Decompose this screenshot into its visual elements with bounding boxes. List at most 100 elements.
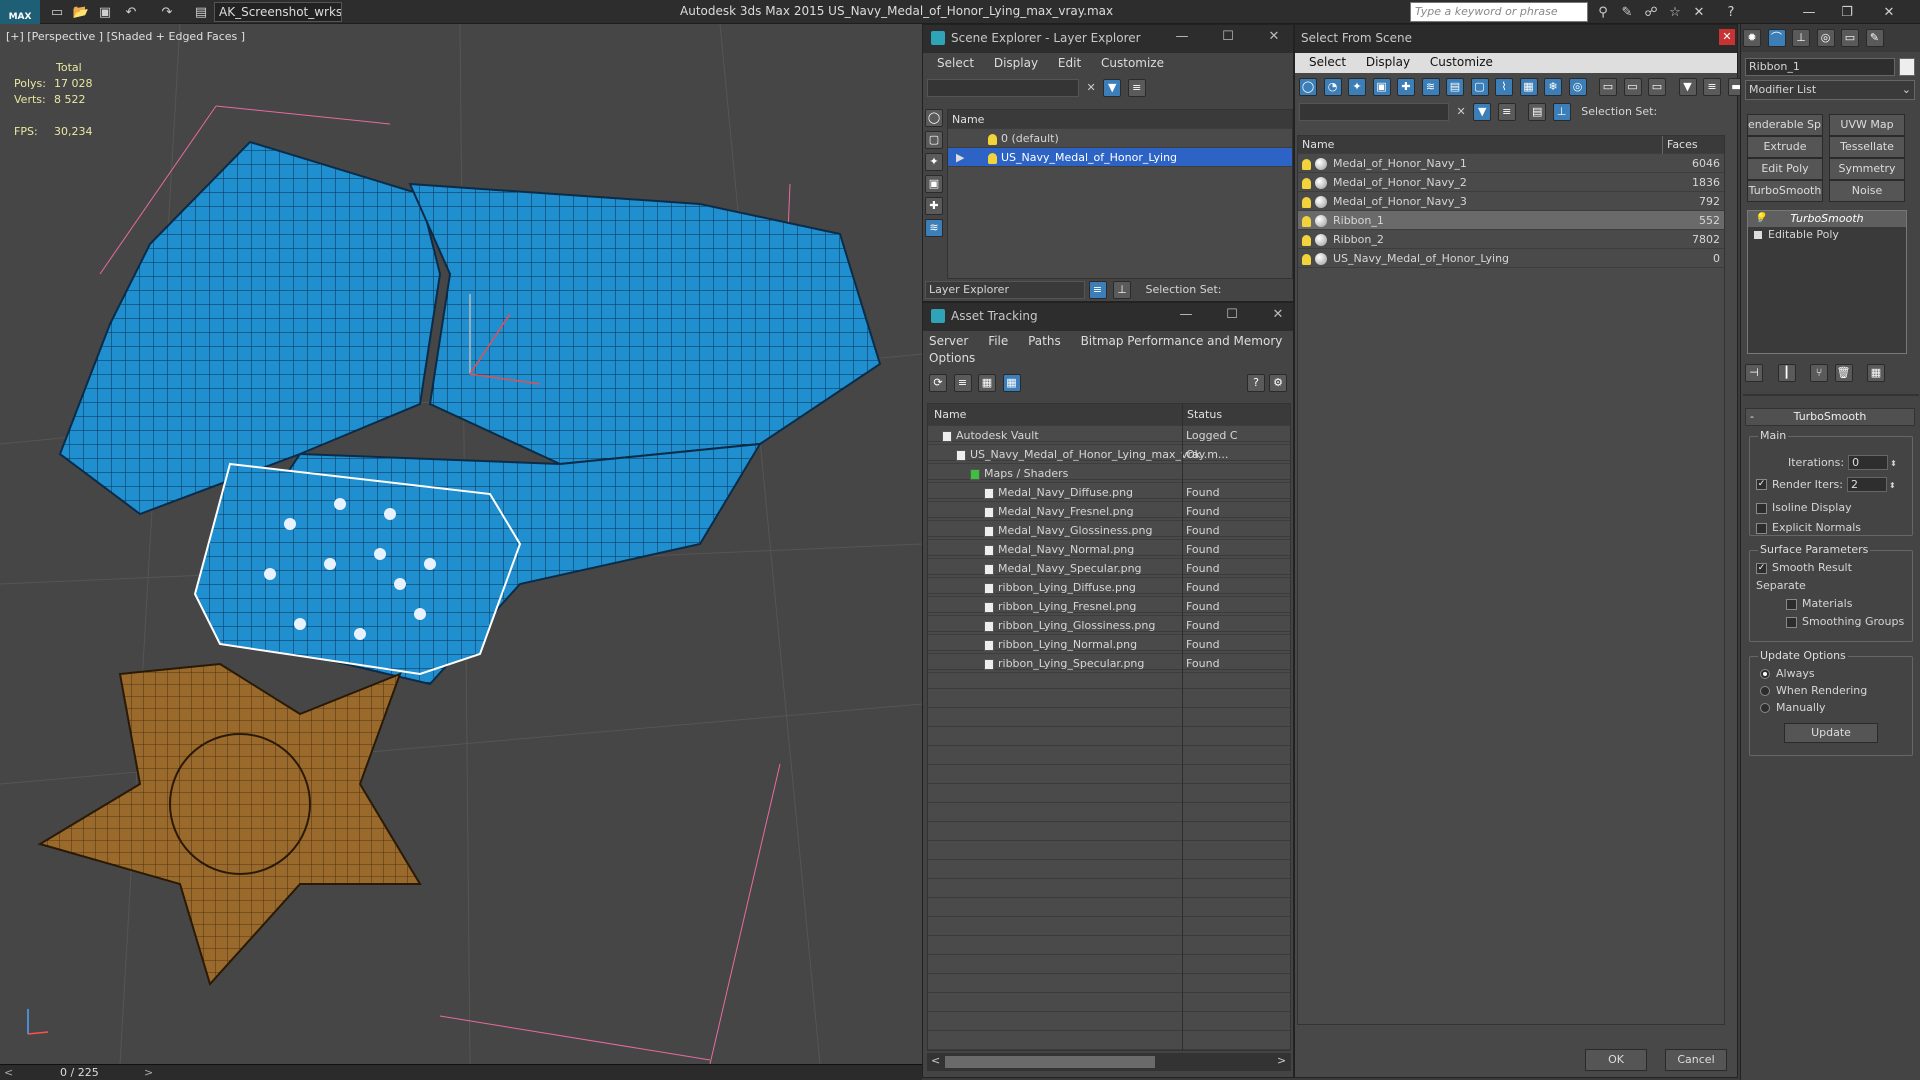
minimize-icon[interactable]: — bbox=[1800, 3, 1818, 21]
table-view-icon[interactable]: ▦ bbox=[1002, 374, 1021, 392]
menu-edit[interactable]: Edit bbox=[1058, 56, 1081, 70]
clear-icon[interactable]: ✕ bbox=[1087, 81, 1096, 94]
asset-row[interactable]: Maps / Shaders bbox=[928, 464, 1290, 483]
motion-tab-icon[interactable]: ◎ bbox=[1816, 29, 1835, 47]
time-slider[interactable]: < 0 / 225 > bbox=[0, 1064, 922, 1080]
smooth-result-row[interactable]: ✓ Smooth Result bbox=[1756, 561, 1852, 574]
close-search-icon[interactable]: ✕ bbox=[1690, 3, 1708, 21]
configure-sets-icon[interactable]: ▦ bbox=[1867, 364, 1885, 382]
layer-mode-icon[interactable]: ≡ bbox=[1088, 281, 1107, 299]
close-icon[interactable]: ✕ bbox=[1719, 29, 1735, 45]
time-prev-icon[interactable]: < bbox=[4, 1066, 13, 1079]
stack-item-turbosmooth[interactable]: 💡 TurboSmooth bbox=[1748, 211, 1906, 227]
smoothing-groups-checkbox[interactable] bbox=[1786, 616, 1797, 628]
hidden-filter-icon[interactable]: ◎ bbox=[1568, 78, 1587, 96]
pin-stack-icon[interactable]: ⊣ bbox=[1745, 364, 1763, 382]
lightbulb-icon[interactable]: 💡 bbox=[1754, 211, 1766, 227]
search-input[interactable]: Type a keyword or phrase bbox=[1410, 2, 1588, 22]
smooth-result-checkbox[interactable]: ✓ bbox=[1756, 562, 1767, 574]
select-all-icon[interactable]: ▭ bbox=[1599, 78, 1617, 96]
xrefs-filter-icon[interactable]: ▢ bbox=[1470, 78, 1489, 96]
uvw-map-button[interactable]: UVW Map bbox=[1829, 114, 1905, 136]
update-always-radio[interactable] bbox=[1760, 669, 1770, 679]
menu-bitmap[interactable]: Bitmap Performance and Memory bbox=[1081, 334, 1283, 348]
update-manually-row[interactable]: Manually bbox=[1760, 701, 1826, 714]
tessellate-button[interactable]: Tessellate bbox=[1829, 136, 1905, 158]
tools-icon[interactable]: ✎ bbox=[1618, 3, 1636, 21]
expand-icon[interactable]: ▶ bbox=[956, 148, 964, 167]
menu-options[interactable]: Options bbox=[929, 351, 975, 365]
layer-row-default[interactable]: 0 (default) bbox=[948, 129, 1292, 148]
display-cameras-icon[interactable]: ▣ bbox=[925, 175, 943, 193]
lightbulb-icon[interactable] bbox=[1302, 177, 1311, 189]
object-row[interactable]: Ribbon_2 7802 bbox=[1298, 230, 1724, 249]
bones-filter-icon[interactable]: ⌇ bbox=[1495, 78, 1513, 96]
refresh-icon[interactable]: ⟳ bbox=[929, 374, 947, 392]
object-row[interactable]: Medal_of_Honor_Navy_1 6046 bbox=[1298, 154, 1724, 173]
find-input[interactable] bbox=[927, 79, 1079, 97]
layer-mode-icon[interactable]: ▤ bbox=[1528, 103, 1547, 121]
save-icon[interactable]: ▣ bbox=[96, 3, 114, 21]
subscription-icon[interactable]: ☍ bbox=[1642, 3, 1660, 21]
menu-customize[interactable]: Customize bbox=[1430, 55, 1493, 69]
hierarchy-tab-icon[interactable]: ⊥ bbox=[1792, 29, 1810, 47]
asset-col-status[interactable]: Status bbox=[1182, 404, 1222, 426]
scene-explorer-titlebar[interactable]: Scene Explorer - Layer Explorer — ☐ ✕ bbox=[923, 25, 1293, 53]
asset-row[interactable]: US_Navy_Medal_of_Honor_Lying_max_vray.m.… bbox=[928, 445, 1290, 464]
spinner-arrows-icon[interactable]: ⬍ bbox=[1889, 481, 1896, 490]
menu-select[interactable]: Select bbox=[937, 56, 974, 70]
select-find-input[interactable] bbox=[1299, 103, 1449, 121]
asset-col-name[interactable]: Name bbox=[932, 408, 966, 421]
isoline-row[interactable]: Isoline Display bbox=[1756, 501, 1852, 514]
filter-funnel-icon[interactable]: ▼ bbox=[1678, 78, 1697, 96]
horizontal-scrollbar[interactable]: < > bbox=[927, 1053, 1291, 1071]
viewport-label[interactable]: [+] [Perspective ] [Shaded + Edged Faces… bbox=[6, 30, 245, 43]
utilities-tab-icon[interactable]: ✎ bbox=[1865, 29, 1884, 47]
bulb-icon[interactable] bbox=[988, 133, 997, 145]
perspective-viewport[interactable]: [+] [Perspective ] [Shaded + Edged Faces… bbox=[0, 24, 922, 1064]
geometry-filter-icon[interactable]: ◯ bbox=[1299, 78, 1317, 96]
object-col-faces[interactable]: Faces bbox=[1662, 136, 1722, 154]
object-row[interactable]: US_Navy_Medal_of_Honor_Lying 0 bbox=[1298, 249, 1724, 268]
scroll-left-icon[interactable]: < bbox=[931, 1054, 940, 1067]
menu-display[interactable]: Display bbox=[1366, 55, 1410, 69]
isoline-checkbox[interactable] bbox=[1756, 502, 1767, 514]
display-tab-icon[interactable]: ▭ bbox=[1841, 29, 1859, 47]
maximize-icon[interactable]: ☐ bbox=[1219, 29, 1237, 47]
cancel-button[interactable]: Cancel bbox=[1665, 1049, 1727, 1071]
update-always-row[interactable]: Always bbox=[1760, 667, 1815, 680]
materials-row[interactable]: Materials bbox=[1786, 597, 1852, 610]
new-file-icon[interactable]: ▭ bbox=[48, 3, 66, 21]
modify-tab-icon[interactable]: ⌒ bbox=[1767, 29, 1786, 47]
close-icon[interactable]: ✕ bbox=[1269, 307, 1287, 325]
lights-filter-icon[interactable]: ✦ bbox=[1348, 78, 1366, 96]
iterations-spinner[interactable]: 0 bbox=[1848, 455, 1889, 470]
clear-icon[interactable]: ✕ bbox=[1457, 105, 1466, 118]
turbosmooth-button[interactable]: TurboSmooth bbox=[1747, 180, 1823, 202]
filter-icon[interactable]: ▼ bbox=[1103, 79, 1122, 97]
asset-row[interactable]: Medal_Navy_Specular.png Found bbox=[928, 559, 1290, 578]
turbosmooth-rollout-header[interactable]: - TurboSmooth bbox=[1745, 408, 1915, 426]
menu-server[interactable]: Server bbox=[929, 334, 968, 348]
select-from-scene-titlebar[interactable]: Select From Scene ✕ bbox=[1295, 25, 1737, 53]
symmetry-button[interactable]: Symmetry bbox=[1829, 158, 1905, 180]
smoothing-groups-row[interactable]: Smoothing Groups bbox=[1786, 615, 1904, 628]
maximize-icon[interactable]: ☐ bbox=[1223, 307, 1241, 325]
render-iters-checkbox[interactable]: ✓ bbox=[1756, 479, 1767, 490]
ok-button[interactable]: OK bbox=[1585, 1049, 1647, 1071]
renderable-spline-button[interactable]: enderable Splir bbox=[1747, 114, 1823, 136]
close-icon[interactable]: ✕ bbox=[1265, 29, 1283, 47]
edit-poly-button[interactable]: Edit Poly bbox=[1747, 158, 1823, 180]
update-button[interactable]: Update bbox=[1784, 723, 1878, 743]
asset-row[interactable]: ribbon_Lying_Specular.png Found bbox=[928, 654, 1290, 673]
update-manually-radio[interactable] bbox=[1760, 703, 1770, 713]
lightbulb-icon[interactable] bbox=[1302, 215, 1311, 227]
minimize-icon[interactable]: — bbox=[1173, 29, 1191, 47]
asset-row[interactable]: Medal_Navy_Normal.png Found bbox=[928, 540, 1290, 559]
close-icon[interactable]: ✕ bbox=[1880, 3, 1898, 21]
explicit-normals-row[interactable]: Explicit Normals bbox=[1756, 521, 1861, 534]
object-col-name[interactable]: Name bbox=[1302, 138, 1334, 151]
scroll-right-icon[interactable]: > bbox=[1277, 1054, 1286, 1067]
menu-paths[interactable]: Paths bbox=[1028, 334, 1061, 348]
workspace-dropdown[interactable]: AK_Screenshot_wrksp bbox=[214, 2, 342, 22]
